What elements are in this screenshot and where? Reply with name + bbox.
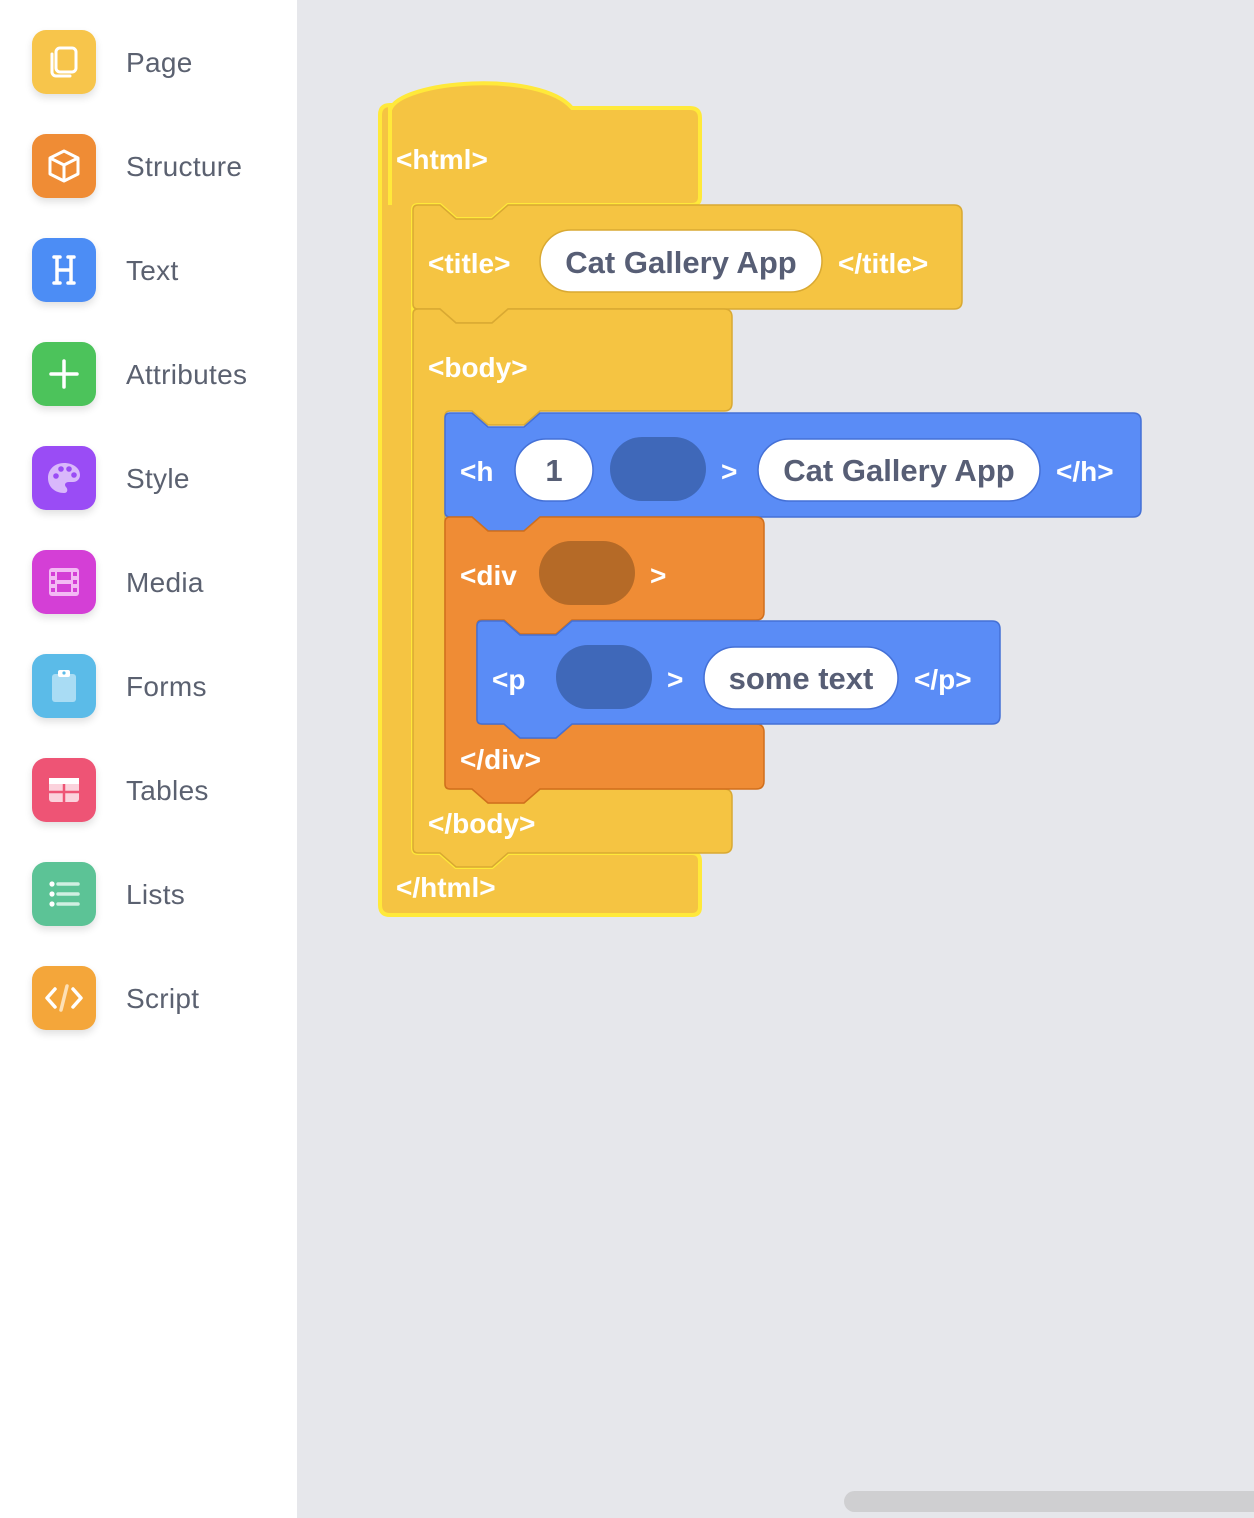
category-label: Attributes — [126, 359, 248, 390]
code-icon — [32, 966, 96, 1030]
clipboard-icon — [32, 654, 96, 718]
title-close-tag: </title> — [838, 248, 928, 279]
category-label: Text — [126, 255, 179, 286]
paragraph-text-value: some text — [729, 661, 874, 696]
category-media[interactable]: Media — [32, 550, 282, 614]
body-close-tag: </body> — [428, 808, 535, 839]
category-forms[interactable]: Forms — [32, 654, 282, 718]
palette-icon — [32, 446, 96, 510]
category-structure[interactable]: Structure — [32, 134, 282, 198]
block-script-canvas: <html> </html> <title> Cat Gallery App <… — [378, 81, 1142, 917]
h-open-tag: <h — [460, 456, 493, 487]
category-text[interactable]: Text — [32, 238, 282, 302]
category-tables[interactable]: Tables — [32, 758, 282, 822]
div-gt-symbol: > — [650, 560, 666, 591]
list-icon — [32, 862, 96, 926]
category-style[interactable]: Style — [32, 446, 282, 510]
p-open-tag: <p — [492, 664, 525, 695]
title-open-tag: <title> — [428, 248, 510, 279]
category-script[interactable]: Script — [32, 966, 282, 1030]
category-label: Lists — [126, 879, 186, 910]
h-attribute-slot[interactable] — [610, 437, 706, 501]
p-gt-symbol: > — [667, 664, 683, 695]
body-open-tag: <body> — [428, 352, 528, 383]
div-attribute-slot[interactable] — [539, 541, 635, 605]
block-workspace[interactable]: <html> </html> <title> Cat Gallery App <… — [297, 0, 1254, 1518]
h-gt-symbol: > — [721, 456, 737, 487]
table-icon — [32, 758, 96, 822]
heading-text-value: Cat Gallery App — [783, 453, 1014, 488]
html-close-tag: </html> — [396, 872, 496, 903]
h-close-tag: </h> — [1056, 456, 1114, 487]
category-label: Script — [126, 983, 200, 1014]
category-label: Structure — [126, 151, 243, 182]
category-attributes[interactable]: Attributes — [32, 342, 282, 406]
category-sidebar: Page Structure Text Attributes Style Med… — [0, 0, 297, 1518]
horizontal-scrollbar[interactable] — [844, 1491, 1254, 1512]
category-label: Tables — [126, 775, 209, 806]
cube-icon — [32, 134, 96, 198]
div-open-tag: <div — [460, 560, 517, 591]
heading-level-value: 1 — [545, 453, 562, 488]
category-label: Forms — [126, 671, 207, 702]
div-close-tag: </div> — [460, 744, 541, 775]
plus-icon — [32, 342, 96, 406]
title-block[interactable]: <title> Cat Gallery App </title> — [412, 204, 963, 324]
pages-icon — [32, 30, 96, 94]
category-label: Page — [126, 47, 193, 78]
h-block[interactable]: <h 1 > Cat Gallery App </h> — [444, 412, 1142, 532]
category-lists[interactable]: Lists — [32, 862, 282, 926]
title-text-value: Cat Gallery App — [565, 245, 796, 280]
html-open-tag: <html> — [396, 144, 488, 175]
category-label: Style — [126, 463, 190, 494]
category-page[interactable]: Page — [32, 30, 282, 94]
p-attribute-slot[interactable] — [556, 645, 652, 709]
film-icon — [32, 550, 96, 614]
category-label: Media — [126, 567, 204, 598]
heading-icon — [32, 238, 96, 302]
p-block[interactable]: <p > some text </p> — [476, 620, 1001, 739]
p-close-tag: </p> — [914, 664, 972, 695]
